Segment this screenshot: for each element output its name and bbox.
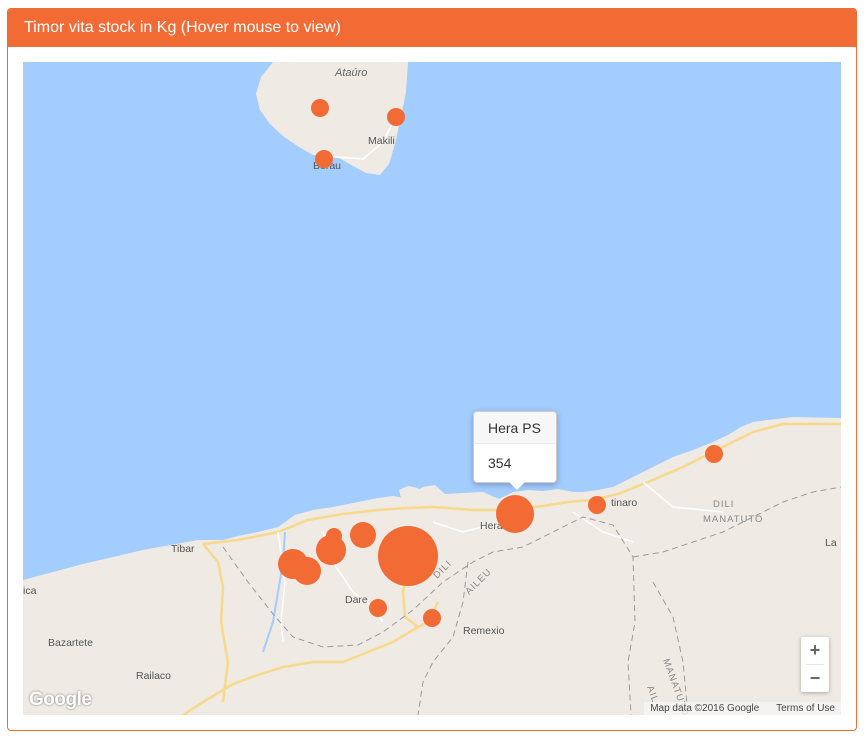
- stock-marker[interactable]: [588, 496, 606, 514]
- label-tibar: Tibar: [171, 543, 195, 555]
- stock-map-panel: Timor vita stock in Kg (Hover mouse to v…: [7, 8, 857, 731]
- stock-marker[interactable]: [316, 535, 346, 565]
- marker-tooltip: Hera PS 354: [473, 411, 557, 483]
- map-attribution: Map data ©2016 Google Terms of Use: [644, 702, 841, 715]
- region-dili-east: DILI: [713, 499, 734, 510]
- tooltip-arrow: [509, 482, 525, 490]
- stock-marker[interactable]: [350, 522, 376, 548]
- stock-marker[interactable]: [423, 609, 441, 627]
- label-atauro: Ataúro: [334, 67, 367, 79]
- stock-marker-hera-ps[interactable]: [496, 495, 534, 533]
- map-data-credit: Map data ©2016 Google: [650, 703, 760, 714]
- stock-marker[interactable]: [311, 99, 329, 117]
- label-la: La: [825, 537, 837, 549]
- stock-marker[interactable]: [369, 599, 387, 617]
- google-logo[interactable]: Google: [29, 689, 92, 711]
- label-metinaro: tinaro: [611, 497, 637, 509]
- panel-title: Timor vita stock in Kg (Hover mouse to v…: [8, 9, 856, 47]
- terms-of-use-link[interactable]: Terms of Use: [776, 703, 835, 714]
- map-container[interactable]: Ataúro Makili Berau Tibar Dare Bazartete…: [23, 62, 841, 715]
- label-bazartete: Bazartete: [48, 637, 93, 649]
- stock-marker[interactable]: [387, 108, 405, 126]
- tooltip-value: 354: [488, 455, 512, 471]
- label-liquica-edge: ica: [23, 585, 37, 597]
- zoom-control: + −: [801, 637, 829, 692]
- region-manatuto-east: MANATUTO: [703, 514, 763, 525]
- stock-marker[interactable]: [315, 150, 333, 168]
- label-railaco: Railaco: [136, 670, 171, 682]
- zoom-in-button[interactable]: +: [801, 637, 829, 664]
- label-remexio: Remexio: [463, 625, 505, 637]
- stock-marker[interactable]: [378, 526, 438, 586]
- stock-marker[interactable]: [293, 557, 321, 585]
- label-makili: Makili: [368, 135, 395, 147]
- stock-marker[interactable]: [705, 445, 723, 463]
- label-dare: Dare: [345, 594, 368, 606]
- tooltip-title: Hera PS: [474, 412, 556, 444]
- zoom-out-button[interactable]: −: [801, 665, 829, 692]
- map-canvas[interactable]: Ataúro Makili Berau Tibar Dare Bazartete…: [23, 62, 841, 715]
